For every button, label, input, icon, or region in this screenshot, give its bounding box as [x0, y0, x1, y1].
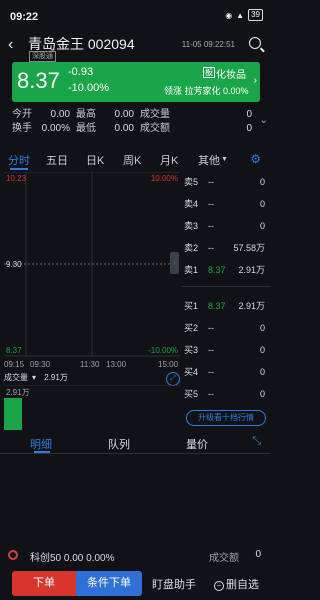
quote-time: 11-05 09:22:51 [181, 40, 235, 49]
order-book: 卖5 -- 0 卖4 -- 0 卖3 -- 0 卖2 -- 57.58万 卖1 8.37 2.91万… [182, 172, 271, 432]
index-name: 科创50 0.00 0.00% [30, 553, 115, 564]
stats-row-1: 今开 0.00 最高 0.00 成交量 0 [12, 108, 268, 122]
tab-volume-price[interactable]: 量价 [186, 436, 208, 452]
order-button[interactable]: 下单 [12, 571, 76, 596]
tab-other[interactable]: 其他 [198, 152, 220, 168]
index-ticker[interactable]: 科创50 0.00 0.00% 成交额 0 [0, 545, 271, 567]
bid-row: 买1 8.37 2.91万 [184, 301, 265, 311]
battery-icon: 39 [248, 9, 263, 21]
stat-cell: 今开 0.00 [12, 109, 70, 120]
y-max-pct-label: 10.00% [150, 174, 178, 183]
remove-watchlist-button[interactable]: − 删自选 [214, 576, 259, 592]
chart-tabs: 分时 五日 日K 周K 月K 其他 ▼ ⚙ [0, 150, 271, 170]
ask-row: 卖5 -- 0 [184, 177, 265, 187]
chevron-right-icon[interactable]: › [254, 75, 257, 86]
ask-row: 卖2 -- 57.58万 [184, 243, 265, 253]
wifi-icon: ▲ [236, 10, 245, 20]
search-icon[interactable] [249, 37, 261, 49]
stat-cell: 最高 0.00 [76, 109, 134, 120]
fullscreen-icon[interactable]: ⤢ [166, 372, 180, 386]
turnover-value: 0 [255, 549, 261, 560]
sector-name[interactable]: 化妆品 [216, 66, 246, 81]
tab-intraday[interactable]: 分时 [8, 152, 30, 168]
chevron-down-icon[interactable]: ▾ [32, 373, 36, 382]
stock-header: ‹ 青岛金王 002094 深股通 11-05 09:22:51 [0, 30, 271, 62]
stat-cell: 成交量 0 [140, 109, 252, 120]
volume-bars [4, 385, 180, 430]
status-icons: ◉ ▲ 39 [225, 9, 263, 21]
ask-row: 卖1 8.37 2.91万 [184, 265, 265, 275]
watch-assistant-button[interactable]: 盯盘助手 [152, 576, 196, 592]
y-min-label: 8.37 [6, 346, 22, 355]
detail-tabs: 明细 队列 量价 ⤡ [0, 432, 271, 454]
x-tick: 11:30 [80, 360, 100, 369]
expand-icon[interactable]: ⤡ [252, 435, 261, 448]
tab-daily-k[interactable]: 日K [86, 152, 104, 168]
index-icon [8, 550, 18, 560]
x-tick: 09:30 [30, 360, 51, 369]
stat-cell: 最低 0.00 [76, 123, 134, 134]
stat-cell: 成交额 0 [140, 123, 252, 134]
ask-row: 卖4 -- 0 [184, 199, 265, 209]
conditional-order-button[interactable]: 条件下单 [76, 571, 142, 596]
order-divider [182, 286, 271, 287]
ask-row: 卖3 -- 0 [184, 221, 265, 231]
stats-row-2: 换手 0.00% 最低 0.00 成交额 0 [12, 122, 268, 136]
volume-axis-label: 2.91万 [6, 388, 30, 397]
price-change: -0.93 [68, 66, 94, 78]
tab-weekly-k[interactable]: 周K [123, 152, 141, 168]
price-panel[interactable]: 8.37 -0.93 -10.00% 板 化妆品 领涨 拉芳家化 0.00% › [12, 62, 260, 102]
price-change-pct: -10.00% [68, 82, 109, 94]
volume-value: 2.91万 [44, 373, 68, 382]
stats-grid: 今开 0.00 最高 0.00 成交量 0 换手 0.00% 最低 0.00 成交额 0 ⌄ [12, 108, 268, 138]
intraday-chart[interactable]: 10.23 9.30 8.37 10.00% -10.00% [4, 172, 180, 357]
bid-row: 买4 -- 0 [184, 367, 265, 377]
sector-leader: 领涨 拉芳家化 0.00% [164, 86, 249, 96]
chart-grid [4, 172, 180, 357]
x-tick: 15:00 [158, 360, 179, 369]
upgrade-button[interactable]: 升级看十档行情 [186, 410, 266, 426]
status-bar: 09:22 ◉ ▲ 39 [0, 0, 271, 30]
turnover-label: 成交额 [209, 553, 239, 564]
tab-details[interactable]: 明细 [30, 436, 52, 452]
back-icon[interactable]: ‹ [8, 36, 13, 54]
current-price: 8.37 [17, 68, 60, 93]
volume-header: 成交量 ▾ 2.91万 ⤢ [4, 372, 180, 386]
tab-underline [10, 168, 28, 170]
bid-row: 买2 -- 0 [184, 323, 265, 333]
chevron-down-icon[interactable]: ⌄ [260, 115, 268, 126]
volume-selector[interactable]: 成交量 [4, 373, 28, 382]
minus-icon: − [214, 581, 224, 591]
tab-queue[interactable]: 队列 [108, 436, 130, 452]
action-bar: 下单 条件下单 盯盘助手 − 删自选 [0, 570, 271, 600]
status-time: 09:22 [10, 11, 39, 23]
stat-cell: 换手 0.00% [12, 123, 70, 134]
tab-monthly-k[interactable]: 月K [160, 152, 178, 168]
chevron-right-icon[interactable]: › [170, 252, 179, 274]
y-mid-label: 9.30 [6, 260, 22, 269]
x-tick: 09:15 [4, 360, 25, 369]
sector-icon: 板 [203, 67, 215, 78]
chevron-down-icon: ▼ [221, 156, 228, 163]
tab-five-day[interactable]: 五日 [46, 152, 68, 168]
tab-underline [34, 451, 50, 453]
y-min-pct-label: -10.00% [148, 346, 178, 355]
y-max-label: 10.23 [6, 174, 27, 183]
exchange-tag: 深股通 [29, 51, 56, 62]
bid-row: 买5 -- 0 [184, 389, 265, 399]
volume-chart: 2.91万 [4, 385, 180, 430]
eye-icon: ◉ [225, 10, 233, 20]
gear-icon[interactable]: ⚙ [250, 152, 261, 166]
bid-row: 买3 -- 0 [184, 345, 265, 355]
x-tick: 13:00 [106, 360, 127, 369]
